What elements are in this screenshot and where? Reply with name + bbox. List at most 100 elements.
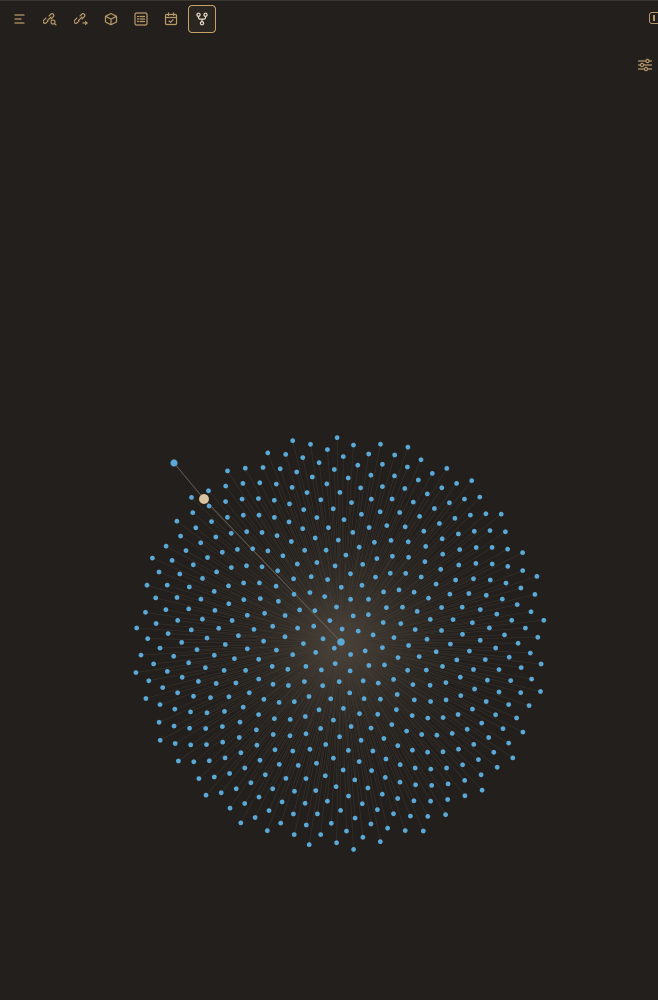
graph-node[interactable] <box>359 582 365 588</box>
graph-node[interactable] <box>437 521 442 526</box>
graph-node[interactable] <box>225 468 230 474</box>
graph-node[interactable] <box>172 741 178 746</box>
graph-node[interactable] <box>222 642 228 647</box>
graph-node[interactable] <box>402 524 408 530</box>
graph-node[interactable] <box>286 519 292 525</box>
graph-node[interactable] <box>392 452 398 458</box>
graph-node[interactable] <box>205 555 210 560</box>
graph-node[interactable] <box>405 464 410 470</box>
graph-node[interactable] <box>360 678 366 684</box>
graph-node[interactable] <box>211 652 217 658</box>
graph-node[interactable] <box>276 762 282 767</box>
graph-node[interactable] <box>346 748 351 753</box>
graph-node[interactable] <box>449 731 455 736</box>
graph-node[interactable] <box>423 667 429 673</box>
graph-node[interactable] <box>270 681 276 687</box>
graph-node[interactable] <box>366 663 372 668</box>
graph-node[interactable] <box>538 689 543 694</box>
graph-node[interactable] <box>518 665 524 670</box>
graph-node[interactable] <box>198 540 204 546</box>
graph-node[interactable] <box>257 757 263 763</box>
graph-node[interactable] <box>427 617 433 622</box>
graph-node[interactable] <box>237 719 243 725</box>
graph-node[interactable] <box>464 726 470 732</box>
graph-node[interactable] <box>186 606 192 612</box>
graph-svg[interactable] <box>0 40 658 1000</box>
graph-node[interactable] <box>204 742 209 747</box>
graph-node[interactable] <box>186 584 192 590</box>
graph-node[interactable] <box>273 481 279 487</box>
graph-node[interactable] <box>143 609 148 615</box>
graph-node[interactable] <box>312 535 318 541</box>
graph-node[interactable] <box>332 563 338 569</box>
graph-node[interactable] <box>357 711 362 717</box>
graph-node[interactable] <box>325 577 330 582</box>
graph-node[interactable] <box>326 525 331 531</box>
graph-node[interactable] <box>178 533 184 539</box>
graph-node-outlier[interactable] <box>170 459 178 467</box>
graph-node[interactable] <box>406 643 411 648</box>
graph-node[interactable] <box>244 612 250 618</box>
graph-node[interactable] <box>452 515 458 521</box>
graph-node[interactable] <box>218 790 224 796</box>
graph-node[interactable] <box>338 808 343 813</box>
calendar-button[interactable] <box>157 5 185 33</box>
graph-node[interactable] <box>341 517 347 523</box>
graph-node[interactable] <box>301 641 306 646</box>
graph-node[interactable] <box>314 560 320 565</box>
graph-node[interactable] <box>186 660 192 666</box>
graph-node[interactable] <box>479 787 485 793</box>
graph-node[interactable] <box>443 680 449 685</box>
graph-node[interactable] <box>174 518 180 524</box>
graph-node[interactable] <box>428 798 433 804</box>
graph-node[interactable] <box>380 620 386 625</box>
graph-node[interactable] <box>410 682 416 687</box>
graph-node[interactable] <box>378 696 383 702</box>
graph-node[interactable] <box>339 626 345 632</box>
graph-node[interactable] <box>493 645 499 651</box>
graph-node[interactable] <box>206 503 212 509</box>
graph-node[interactable] <box>502 632 507 638</box>
graph-node[interactable] <box>477 494 483 500</box>
graph-node[interactable] <box>256 512 262 518</box>
graph-node[interactable] <box>473 545 479 550</box>
graph-node[interactable] <box>323 742 329 747</box>
graph-node[interactable] <box>272 515 277 520</box>
graph-node[interactable] <box>471 576 476 582</box>
graph-node[interactable] <box>397 762 403 768</box>
graph-node[interactable] <box>485 677 490 683</box>
graph-node[interactable] <box>541 617 547 623</box>
graph-node[interactable] <box>384 605 389 610</box>
graph-node[interactable] <box>438 566 444 572</box>
graph-node[interactable] <box>288 539 294 544</box>
graph-node[interactable] <box>489 561 495 567</box>
graph-node[interactable] <box>471 667 476 672</box>
graph-node[interactable] <box>251 627 257 632</box>
graph-node[interactable] <box>496 689 502 695</box>
graph-node[interactable] <box>188 709 193 715</box>
graph-node[interactable] <box>174 595 180 600</box>
graph-node[interactable] <box>370 748 376 754</box>
graph-node[interactable] <box>318 497 324 503</box>
outline-button[interactable] <box>127 5 155 33</box>
graph-node[interactable] <box>538 661 544 667</box>
graph-node[interactable] <box>368 472 374 478</box>
graph-node[interactable] <box>285 666 291 672</box>
graph-node[interactable] <box>153 621 159 626</box>
graph-node[interactable] <box>515 640 521 646</box>
graph-node[interactable] <box>314 760 319 766</box>
graph-node[interactable] <box>526 703 532 708</box>
graph-node[interactable] <box>229 618 235 623</box>
graph-node[interactable] <box>373 574 378 580</box>
graph-node[interactable] <box>236 735 242 740</box>
graph-node[interactable] <box>242 465 248 471</box>
graph-node[interactable] <box>505 564 511 569</box>
graph-node[interactable] <box>325 447 330 452</box>
graph-node[interactable] <box>196 776 202 781</box>
graph-node[interactable] <box>429 783 435 788</box>
graph-node[interactable] <box>404 728 409 734</box>
graph-node[interactable] <box>380 461 385 467</box>
graph-node[interactable] <box>535 634 541 640</box>
graph-node[interactable] <box>240 481 246 486</box>
sidebar-toggle-icon[interactable] <box>649 12 658 24</box>
